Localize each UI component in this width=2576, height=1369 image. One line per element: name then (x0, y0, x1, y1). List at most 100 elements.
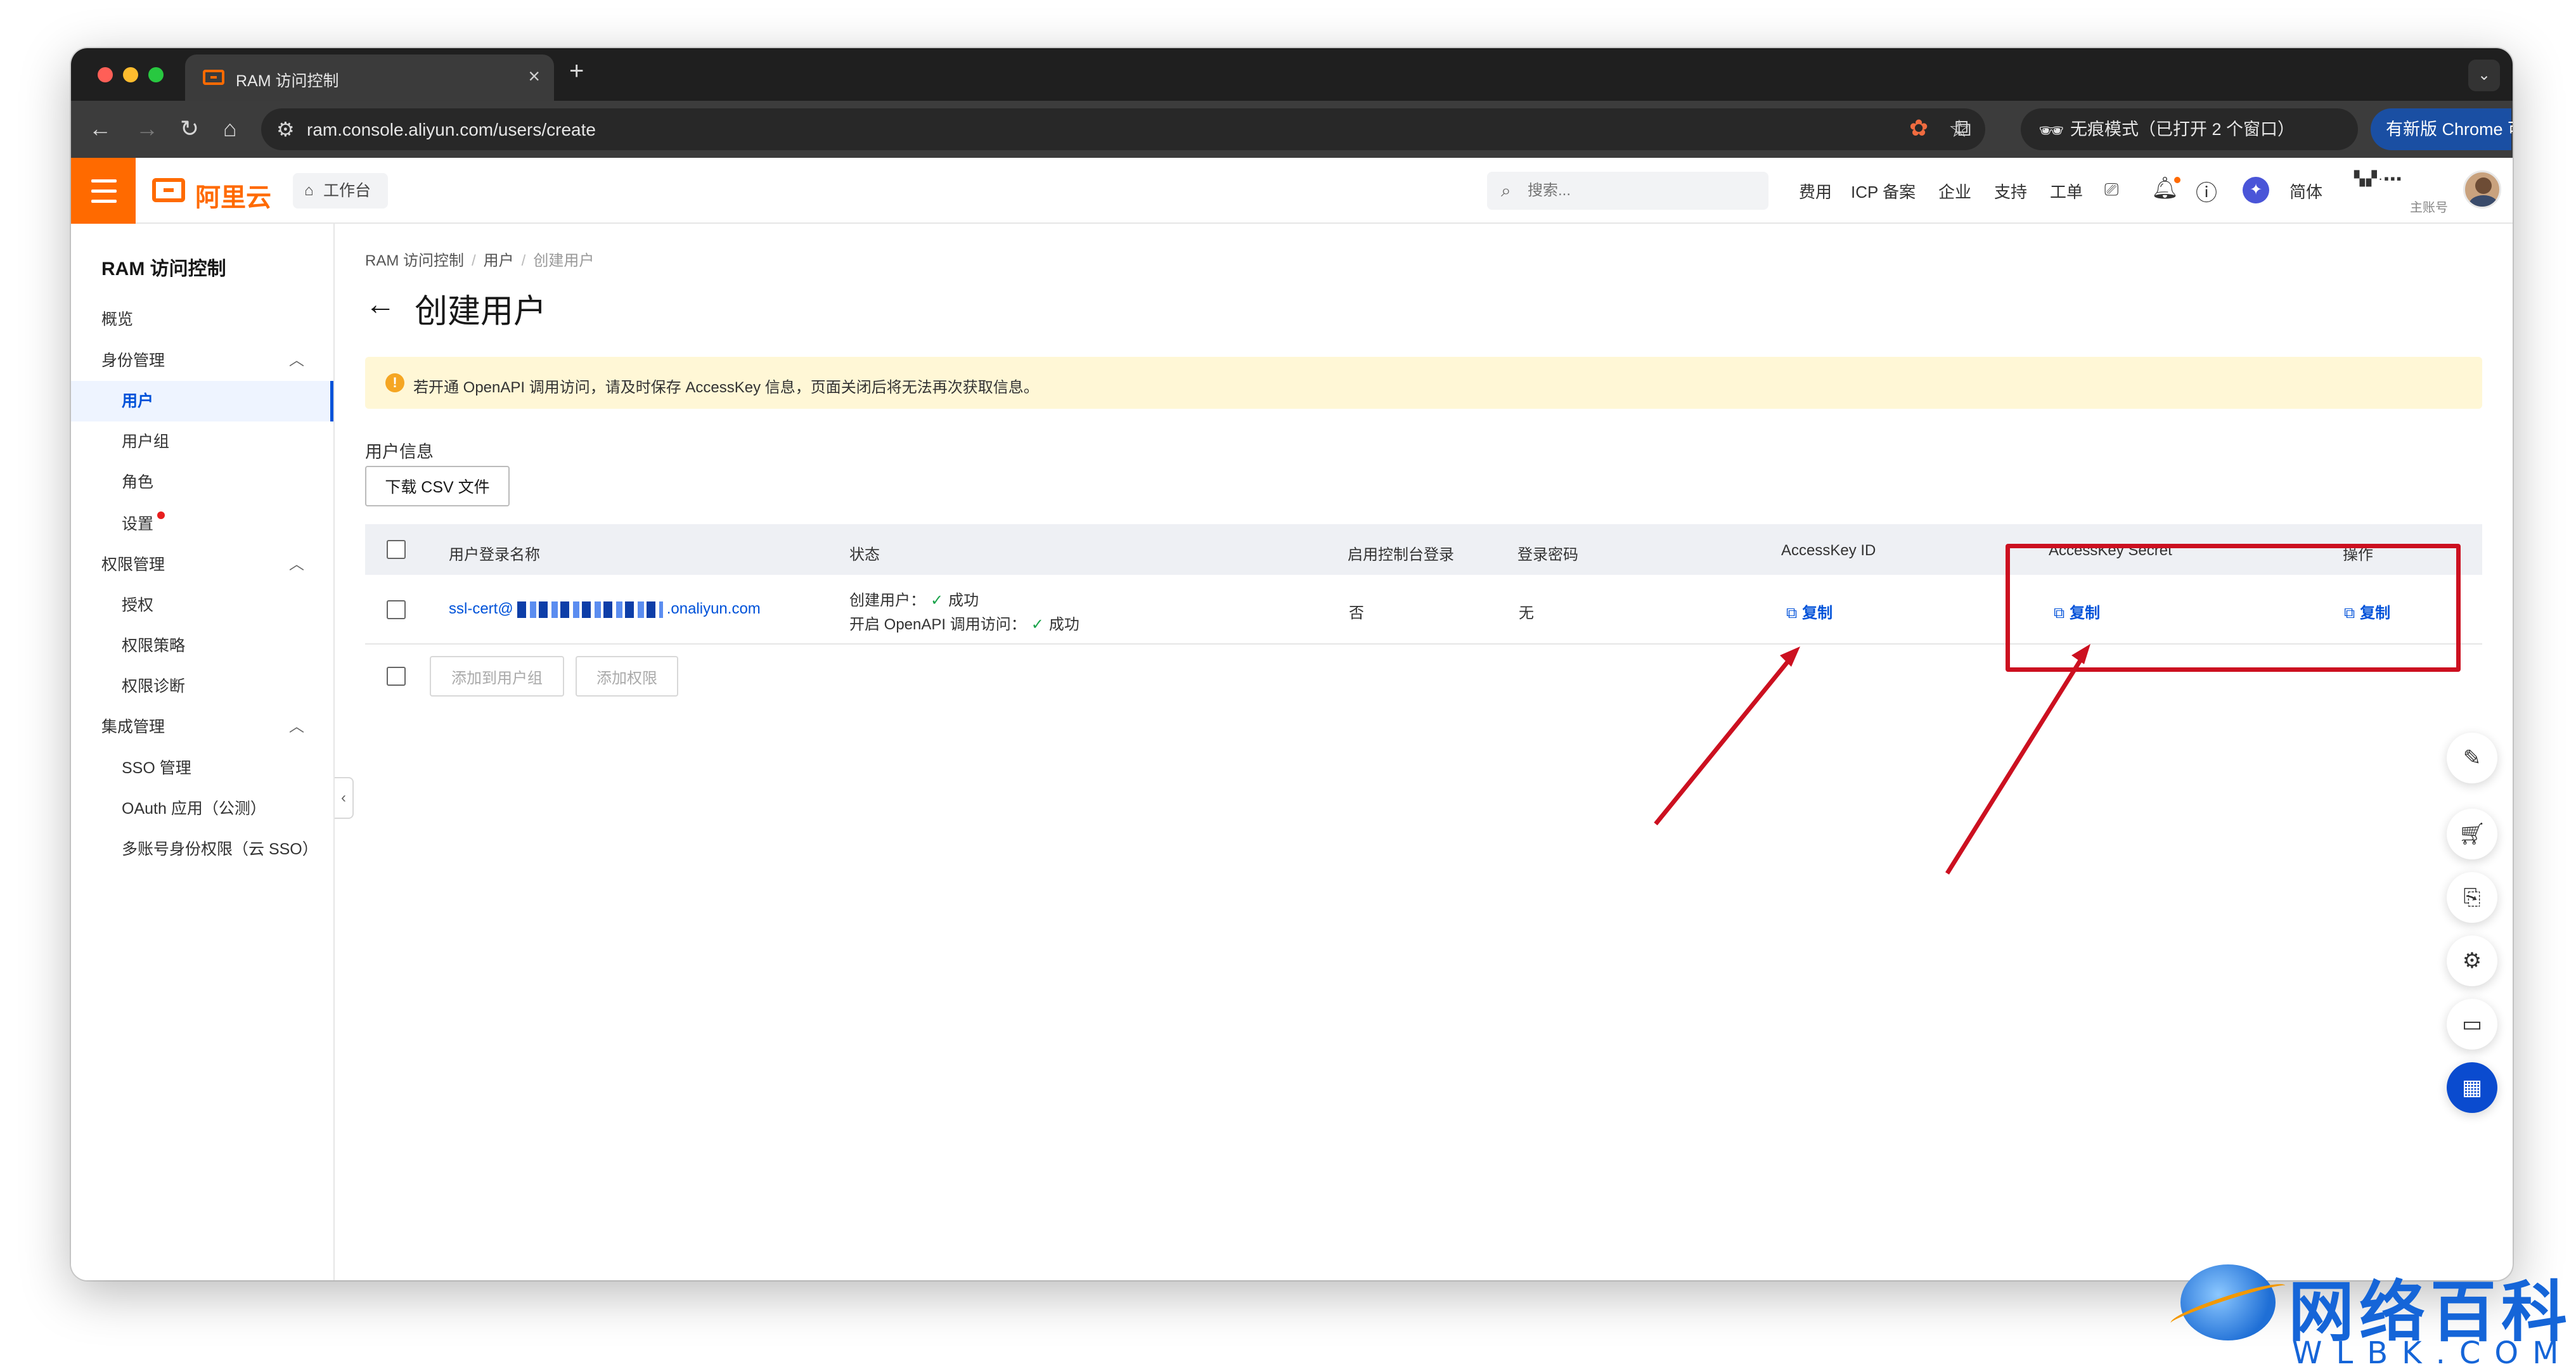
incognito-indicator[interactable]: 🕶 无痕模式（已打开 2 个窗口） (2021, 108, 2358, 150)
breadcrumb-ram[interactable]: RAM 访问控制 (365, 252, 464, 269)
alert-text: 若开通 OpenAPI 调用访问，请及时保存 AccessKey 信息，页面关闭… (413, 379, 1039, 396)
sidebar-item-user-groups[interactable]: 用户组 (71, 421, 333, 462)
status-create-label: 创建用户： (849, 592, 925, 609)
language-switch[interactable]: 简体 (2289, 179, 2322, 203)
copy-accesskey-id-link[interactable]: ⧉ 复制 (1786, 600, 1832, 622)
new-tab-button[interactable]: + (569, 57, 584, 86)
extension-icon[interactable]: ✿ (1909, 115, 1928, 141)
breadcrumb-separator: / (521, 252, 526, 269)
search-input[interactable] (1528, 181, 1756, 201)
maximize-window-button[interactable] (148, 67, 164, 82)
status-api-label: 开启 OpenAPI 调用访问： (849, 616, 1026, 633)
edit-feedback-icon[interactable]: ✎ (2447, 733, 2497, 783)
sidebar-item-label: 权限诊断 (122, 678, 186, 695)
tab-close-icon[interactable]: × (528, 65, 540, 88)
nav-support[interactable]: 支持 (1994, 179, 2027, 203)
warning-icon: ! (385, 373, 404, 392)
chat-icon[interactable]: ▭ (2447, 999, 2497, 1050)
tab-search-chevron-icon[interactable]: ⌄ (2468, 60, 2500, 91)
nav-ticket[interactable]: 工单 (2050, 179, 2083, 203)
nav-enterprise[interactable]: 企业 (1938, 179, 1971, 203)
sidebar-item-label: 授权 (122, 596, 154, 614)
chrome-update-button[interactable]: 有新版 Chrome 可用 ⋮ (2371, 108, 2513, 150)
url-text: ram.console.aliyun.com/users/create (307, 120, 596, 139)
status-openapi: 开启 OpenAPI 调用访问： ✓ 成功 (849, 612, 1079, 634)
download-csv-button[interactable]: 下载 CSV 文件 (365, 466, 510, 506)
footer-select-checkbox[interactable] (387, 667, 406, 686)
close-window-button[interactable] (98, 67, 113, 82)
back-arrow-icon[interactable]: ← (365, 287, 396, 322)
settings-gear-icon[interactable]: ⚙ (2447, 935, 2497, 986)
nav-billing[interactable]: 费用 (1799, 179, 1832, 203)
user-login-link[interactable]: ssl-cert@ .onaliyun.com (449, 600, 761, 618)
nav-icp[interactable]: ICP 备案 (1851, 179, 1916, 203)
warning-alert: ! 若开通 OpenAPI 调用访问，请及时保存 AccessKey 信息，页面… (365, 357, 2482, 409)
address-bar[interactable]: ⚙ ram.console.aliyun.com/users/create ☆ (261, 108, 1985, 150)
account-name-masked[interactable]: ▚▞·▪▪▪ (2354, 170, 2403, 187)
reload-icon[interactable]: ↻ (180, 116, 199, 141)
sidebar-item-label: 角色 (122, 473, 154, 491)
section-label: 用户信息 (365, 442, 434, 461)
watermark-sub: WLBK.COM (2292, 1335, 2573, 1369)
copy-icon: ⧉ (1786, 605, 1798, 622)
sidebar-item-label: 权限管理 (101, 556, 165, 574)
avatar[interactable] (2463, 170, 2501, 209)
api-doc-icon[interactable]: ⎘ (2447, 872, 2497, 923)
sidebar-item-sso[interactable]: SSO 管理 (71, 748, 333, 788)
th-login-name: 用户登录名称 (449, 546, 540, 563)
terminal-icon[interactable]: ⎚ (2104, 179, 2118, 200)
hamburger-icon (91, 179, 117, 183)
sidebar-item-users[interactable]: 用户 (71, 381, 333, 421)
select-all-checkbox[interactable] (387, 540, 406, 559)
add-to-group-button[interactable]: 添加到用户组 (430, 656, 564, 697)
sidebar-item-oauth[interactable]: OAuth 应用（公测） (71, 788, 333, 829)
th-password: 登录密码 (1517, 546, 1578, 563)
sidebar-item-policies[interactable]: 权限策略 (71, 626, 333, 666)
puzzle-extensions-icon[interactable]: ⧉ (1955, 115, 1971, 142)
chevron-up-icon: ︿ (289, 718, 304, 735)
sidebar-item-label: 身份管理 (101, 352, 165, 370)
login-prefix: ssl-cert@ (449, 600, 513, 617)
sidebar-group-identity[interactable]: 身份管理 ︿ (71, 340, 333, 381)
main-content: RAM 访问控制 / 用户 / 创建用户 ← 创建用户 ! 若开通 OpenAPI 调用… (335, 224, 2513, 1280)
help-icon[interactable]: ⓘ (2196, 176, 2217, 207)
sidebar-group-integration[interactable]: 集成管理 ︿ (71, 707, 333, 747)
chevron-up-icon: ︿ (289, 556, 304, 573)
copy-label: 复制 (1802, 605, 1833, 622)
sidebar-item-grants[interactable]: 授权 (71, 585, 333, 626)
browser-tab-active[interactable]: RAM 访问控制 × (185, 55, 554, 101)
aliyun-favicon-icon (203, 70, 224, 85)
sidebar-group-permissions[interactable]: 权限管理 ︿ (71, 544, 333, 585)
console-search[interactable]: ⌕ (1487, 172, 1768, 210)
sidebar-item-label: 概览 (101, 311, 134, 328)
sidebar-item-label: 用户 (122, 392, 154, 410)
sidebar-item-cloud-sso[interactable]: 多账号身份权限（云 SSO） (71, 829, 333, 870)
chrome-update-label: 有新版 Chrome 可用 (2386, 120, 2513, 139)
breadcrumb-users[interactable]: 用户 (484, 252, 514, 269)
sidebar-item-label: 用户组 (122, 433, 170, 451)
watermark-globe-icon (2180, 1264, 2276, 1340)
menu-toggle-button[interactable] (71, 158, 136, 224)
add-permission-button[interactable]: 添加权限 (576, 656, 678, 697)
sidebar-item-diagnosis[interactable]: 权限诊断 (71, 666, 333, 707)
account-type: 主账号 (2410, 201, 2448, 215)
browser-tab-bar: RAM 访问控制 × + ⌄ (71, 48, 2513, 101)
status-create: 创建用户： ✓ 成功 (849, 588, 979, 610)
sidebar-item-roles[interactable]: 角色 (71, 462, 333, 503)
minimize-window-button[interactable] (123, 67, 138, 82)
forward-icon[interactable]: → (136, 116, 158, 141)
hamburger-icon-line (91, 190, 117, 193)
page-title: 创建用户 (415, 293, 547, 330)
workbench-button[interactable]: ⌂ 工作台 (293, 173, 388, 209)
sidebar-item-label: OAuth 应用（公测） (122, 800, 266, 818)
sidebar: RAM 访问控制 概览 身份管理 ︿ 用户 用户组 角色 设置 权限管理 ︿ 授… (71, 224, 335, 1280)
row-checkbox[interactable] (387, 600, 406, 619)
sidebar-item-overview[interactable]: 概览 (71, 299, 333, 340)
back-icon[interactable]: ← (89, 116, 112, 141)
sidebar-item-settings[interactable]: 设置 (71, 504, 333, 544)
ai-assistant-icon[interactable]: ✦ (2243, 177, 2269, 203)
site-settings-icon[interactable]: ⚙ (276, 117, 295, 141)
home-icon[interactable]: ⌂ (223, 116, 237, 141)
apps-grid-icon[interactable]: ▦ (2447, 1062, 2497, 1113)
cart-icon[interactable]: 🛒︎ (2447, 809, 2497, 859)
